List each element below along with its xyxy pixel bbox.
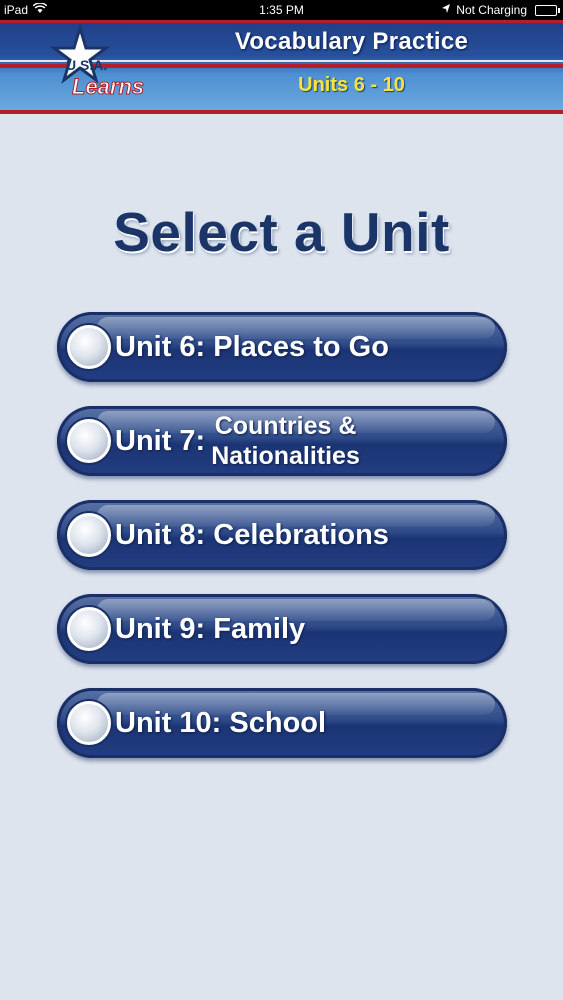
radio-button-icon xyxy=(67,701,111,745)
unit-list: Unit 6: Places to Go Unit 7: Countries &… xyxy=(57,312,507,782)
unit-7-title: Countries & Nationalities xyxy=(211,411,360,471)
unit-7-line2: Nationalities xyxy=(211,442,360,470)
radio-button-icon xyxy=(67,513,111,557)
radio-button-icon xyxy=(67,419,111,463)
radio-button-icon xyxy=(67,607,111,651)
unit-7-line1: Countries & xyxy=(214,412,357,440)
location-arrow-icon xyxy=(442,3,451,17)
battery-icon xyxy=(535,4,560,16)
unit-6-label: Unit 6: Places to Go xyxy=(115,331,389,363)
app-subtitle: Units 6 - 10 xyxy=(298,74,405,96)
unit-8-label: Unit 8: Celebrations xyxy=(115,519,389,551)
radio-button-icon xyxy=(67,325,111,369)
app-header: U.S.A. Learns Vocabulary Practice Units … xyxy=(0,20,563,114)
charging-status: Not Charging xyxy=(456,3,527,17)
status-bar: iPad 1:35 PM Not Charging xyxy=(0,0,563,20)
unit-6-button[interactable]: Unit 6: Places to Go xyxy=(57,312,507,382)
unit-7-label: Unit 7: Countries & Nationalities xyxy=(115,406,360,476)
unit-9-label: Unit 9: Family xyxy=(115,613,306,645)
unit-10-label: Unit 10: School xyxy=(115,707,327,739)
unit-9-button[interactable]: Unit 9: Family xyxy=(57,594,507,664)
unit-8-button[interactable]: Unit 8: Celebrations xyxy=(57,500,507,570)
unit-7-button[interactable]: Unit 7: Countries & Nationalities xyxy=(57,406,507,476)
unit-7-prefix: Unit 7: xyxy=(115,424,206,457)
logo-learns-text: Learns xyxy=(72,74,144,99)
unit-10-button[interactable]: Unit 10: School xyxy=(57,688,507,758)
page-heading: Select a Unit xyxy=(113,201,450,263)
app-title: Vocabulary Practice xyxy=(234,28,469,55)
logo-usa-text: U.S.A. xyxy=(66,57,107,73)
